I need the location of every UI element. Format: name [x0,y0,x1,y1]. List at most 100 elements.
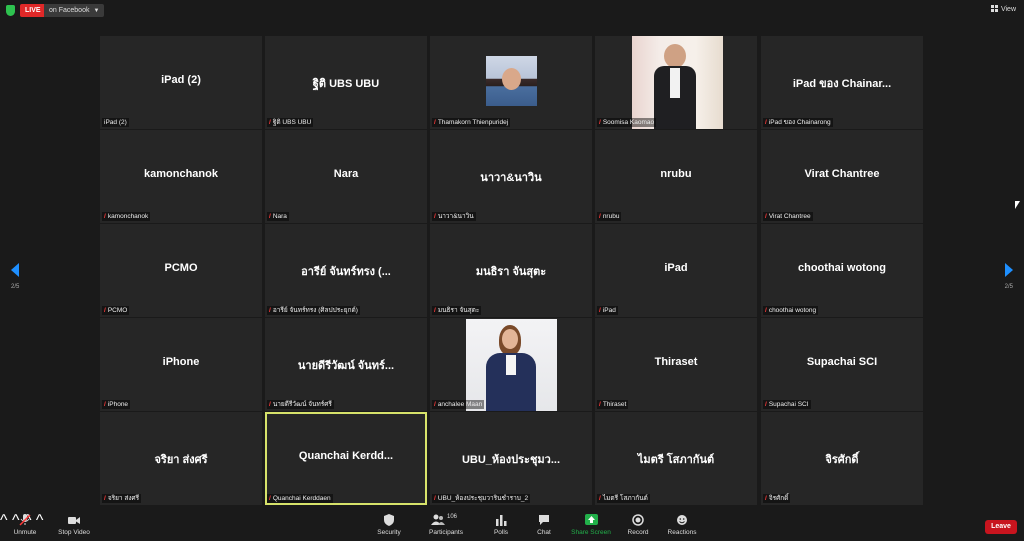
reactions-button[interactable]: Reactions [666,514,698,536]
participant-name: Soomisa Kaomao [602,119,655,126]
participant-name: ไมตรี โสภากันต์ [602,495,648,502]
unmute-button[interactable]: Unmute [10,514,40,536]
participant-display-name: ไมตรี โสภากันต์ [637,454,715,466]
next-page-arrow-icon[interactable] [1005,263,1013,277]
participant-label: iPad (2) [102,118,129,127]
participant-tile[interactable]: Thiraset / Thiraset [595,318,757,411]
muted-microphone-icon [19,514,31,526]
face-shape [502,68,521,90]
security-shield-icon[interactable] [6,5,15,16]
participant-tile[interactable]: iPad / iPad [595,224,757,317]
participant-display-name: นาวา&นาวิน [480,172,542,184]
participant-label: / นายดีรีวัฒน์ จันทร์ศรี [267,400,334,409]
security-shield-icon [384,514,394,526]
muted-mic-icon: / [434,119,436,126]
participant-tile[interactable]: Virat Chantree / Virat Chantree [761,130,923,223]
participant-label: / อารีย์ จันทร์ทรง (ศิลปประยุกต์) [267,306,360,315]
participant-tile[interactable]: ไมตรี โสภากันต์ / ไมตรี โสภากันต์ [595,412,757,505]
participants-icon [431,514,445,525]
participant-label: / iPad [597,306,618,315]
participant-display-name: จริยา ส่งศรี [154,454,208,466]
shirt-shape [670,68,680,98]
participant-tile[interactable]: Supachai SCI / Supachai SCI [761,318,923,411]
previous-page-arrow-icon[interactable] [11,263,19,277]
participant-display-name: UBU_ห้องประชุมว... [461,454,561,466]
participant-tile[interactable]: / anchalee Maan [430,318,592,411]
participant-name: iPad ของ Chainarong [768,119,831,126]
participant-tile[interactable]: อารีย์ จันทร์ทรง (... / อารีย์ จันทร์ทรง … [265,224,427,317]
polls-button[interactable]: Polls [489,514,513,536]
view-label: View [1000,6,1016,13]
participant-tile[interactable]: nrubu / nrubu [595,130,757,223]
participant-label: / Thamakorn Thienpuridej [432,118,511,127]
page-indicator-left: 2/5 [11,284,20,290]
participant-tile[interactable]: / Soomisa Kaomao [595,36,757,129]
participant-tile[interactable]: choothai wotong / choothai wotong [761,224,923,317]
participant-label: / nrubu [597,212,622,221]
participant-tile[interactable]: iPhone / iPhone [100,318,262,411]
participant-name: Nara [272,213,287,220]
reactions-label: Reactions [667,529,697,536]
stop-video-label: Stop Video [58,529,90,536]
participant-label: / Nara [267,212,289,221]
participant-tile-active-speaker[interactable]: Quanchai Kerdd... / Quanchai Kerddaen [265,412,427,505]
participant-name: iPad (2) [104,119,127,126]
participant-name: iPhone [107,401,129,408]
chat-button[interactable]: Chat [532,514,556,536]
muted-mic-icon: / [104,401,106,408]
unmute-label: Unmute [13,529,37,536]
audio-options-caret-icon[interactable]: ^ [0,512,8,529]
participant-name: Quanchai Kerddaen [272,495,331,502]
participant-display-name: iPad [664,262,688,274]
participant-display-name: iPad ของ Chainar... [792,78,892,90]
participant-tile[interactable]: iPad (2) iPad (2) [100,36,262,129]
muted-mic-icon: / [599,307,601,314]
participant-label: / PCMO [102,306,130,315]
security-button[interactable]: Security [374,514,404,536]
participant-name: Thiraset [602,401,627,408]
live-badge[interactable]: LIVE [20,4,46,17]
muted-mic-icon: / [269,307,271,314]
leave-button[interactable]: Leave [985,520,1017,534]
participant-tile[interactable]: นาวา&นาวิน / นาวา&นาวิน [430,130,592,223]
participant-tile[interactable]: UBU_ห้องประชุมว... / UBU_ห้องประชุมวารินช… [430,412,592,505]
view-button[interactable]: View [990,5,1016,13]
participant-label: / Thiraset [597,400,629,409]
caret-down-icon: ▼ [93,8,100,14]
mouse-cursor-icon [1015,201,1020,209]
participant-tile[interactable]: iPad ของ Chainar... / iPad ของ Chainarong [761,36,923,129]
stream-target-dropdown[interactable]: on Facebook ▼ [44,4,105,17]
muted-mic-icon: / [269,401,271,408]
participant-tile[interactable]: PCMO / PCMO [100,224,262,317]
share-screen-button[interactable]: Share Screen [569,514,613,536]
muted-mic-icon: / [269,119,271,126]
participant-tile[interactable]: ฐิติ UBS UBU / ฐิติ UBS UBU [265,36,427,129]
participant-tile[interactable]: มนธิรา จันสุตะ / มนธิรา จันสุตะ [430,224,592,317]
record-button[interactable]: Record [624,514,652,536]
participant-name: nrubu [602,213,620,220]
participant-tile[interactable]: จิรศักดิ์ / จิรศักดิ์ [761,412,923,505]
participant-name: นายดีรีวัฒน์ จันทร์ศรี [272,401,332,408]
participants-button[interactable]: 106 Participants [426,514,466,536]
participant-name: UBU_ห้องประชุมวารินชำราบ_2 [437,495,529,502]
participant-tile[interactable]: kamonchanok / kamonchanok [100,130,262,223]
participant-tile[interactable]: นายดีรีวัฒน์ จันทร์... / นายดีรีวัฒน์ จัน… [265,318,427,411]
participant-display-name: kamonchanok [144,168,218,180]
meeting-toolbar: Unmute ^ Stop Video ^ Security 106 Parti… [0,512,1024,541]
participant-display-name: Supachai SCI [806,356,878,368]
participant-name: Supachai SCI [768,401,809,408]
stream-target-label: on Facebook [49,7,90,14]
participant-name: นาวา&นาวิน [437,213,474,220]
participant-display-name: Quanchai Kerdd... [298,450,394,462]
participant-tile[interactable]: Nara / Nara [265,130,427,223]
participant-display-name: Nara [333,168,359,180]
participant-name: anchalee Maan [437,401,483,408]
stop-video-button[interactable]: Stop Video [55,514,93,536]
participant-tile[interactable]: จริยา ส่งศรี / จริยา ส่งศรี [100,412,262,505]
participant-label: / Quanchai Kerddaen [267,494,333,503]
participant-label: / Virat Chantree [763,212,813,221]
participant-name: มนธิรา จันสุตะ [437,307,480,314]
muted-mic-icon: / [104,495,106,502]
participant-display-name: มนธิรา จันสุตะ [475,266,547,278]
participant-tile[interactable]: / Thamakorn Thienpuridej [430,36,592,129]
